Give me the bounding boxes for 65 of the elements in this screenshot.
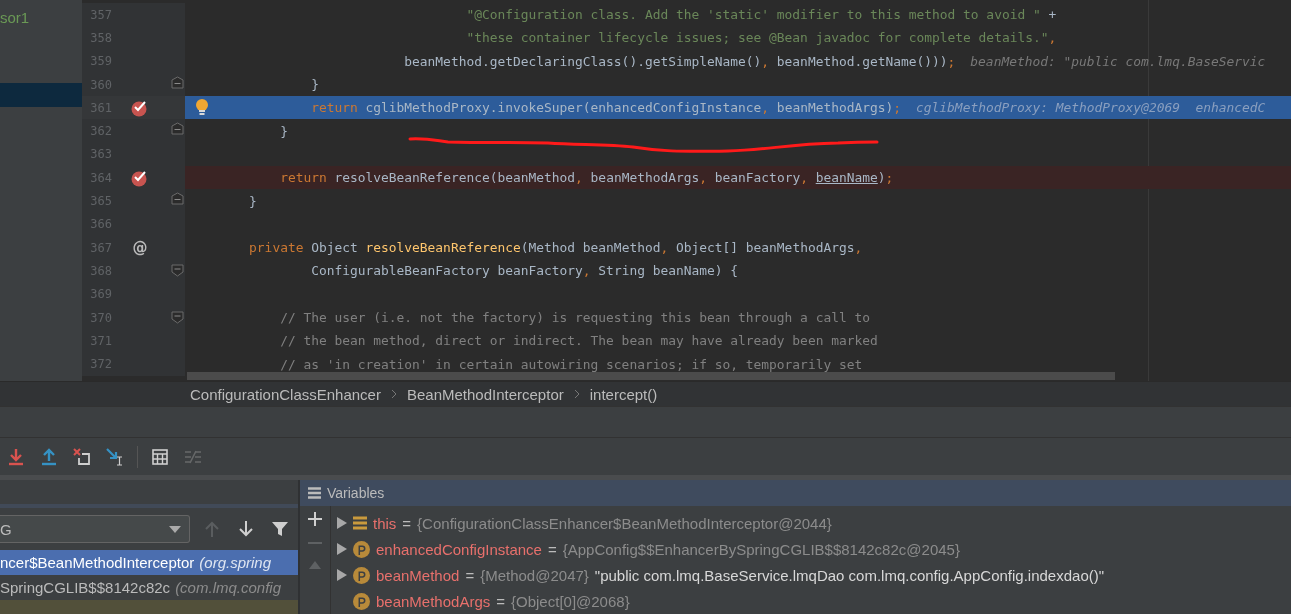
code-line: // as 'in creation' in certain autowiring scenarios; if so, temporarily set bbox=[280, 356, 863, 372]
code-line: return resolveBeanReference(beanMethod, beanMethodArgs, beanFactory, beanName); bbox=[280, 170, 894, 186]
code-line: return cglibMethodProxy.invokeSuper(enhancedConfigInstance, beanMethodArgs); bbox=[311, 100, 902, 116]
breadcrumb[interactable]: BeanMethodInterceptor bbox=[406, 385, 564, 403]
expand-arrow-icon[interactable] bbox=[337, 517, 347, 529]
chevron-icon bbox=[390, 389, 397, 400]
equals-sign: = bbox=[496, 592, 505, 610]
inline-value-hint: beanMethod: "public com.lmq.BaseServic bbox=[970, 53, 1266, 69]
variable-value: {Method@2047} bbox=[480, 566, 589, 584]
chevron-icon bbox=[573, 389, 580, 400]
drop-frame-button[interactable] bbox=[71, 445, 93, 468]
variable-text: "public com.lmq.BaseService.lmqDao com.lmq.config.AppConfig.indexdao()" bbox=[594, 566, 1105, 584]
up-arrow-icon bbox=[205, 521, 219, 537]
code-line: ConfigurableBeanFactory beanFactory, String beanName) { bbox=[311, 263, 739, 279]
stack-frame[interactable]: ncer$BeanMethodInterceptor (org.spring bbox=[0, 550, 298, 575]
filter-icon bbox=[272, 521, 288, 537]
code-line: "these container lifecycle issues; see @Bean javadoc for complete details.", bbox=[466, 30, 1057, 46]
code-line: "@Configuration class. Add the 'static' modifier to this method to avoid " + bbox=[466, 7, 1057, 23]
variable-value: {ConfigurationClassEnhancer$BeanMethodInterceptor@2044} bbox=[417, 514, 832, 532]
inline-value-hint: cglibMethodProxy: MethodProxy@2069 enhancedC bbox=[916, 100, 1266, 116]
equals-sign: = bbox=[465, 566, 475, 584]
stack-frame[interactable]: SpringCGLIB$$8142c82c (com.lmq.config bbox=[0, 575, 298, 600]
lightbulb-icon[interactable] bbox=[195, 99, 209, 117]
fold-icon[interactable] bbox=[171, 192, 184, 206]
panel-title: Variables bbox=[327, 485, 385, 501]
expand-arrow-icon[interactable] bbox=[337, 543, 347, 555]
parameter-icon bbox=[353, 540, 370, 558]
breadcrumb[interactable]: intercept() bbox=[589, 385, 658, 403]
variable-name: this bbox=[373, 514, 397, 532]
equals-sign: = bbox=[402, 514, 412, 532]
parameter-icon bbox=[353, 566, 370, 584]
code-line: // The user (i.e. not the factory) is requesting this bean through a call to bbox=[280, 310, 870, 325]
variable-value: {Object[0]@2068} bbox=[511, 592, 630, 610]
step-into-icon bbox=[8, 447, 24, 466]
code-line: private Object resolveBeanReference(Method beanMethod, Object[] beanMethodArgs, bbox=[249, 240, 863, 256]
code-line: } bbox=[311, 77, 319, 93]
run-to-cursor-icon bbox=[106, 447, 124, 466]
horizontal-scrollbar[interactable] bbox=[187, 372, 1115, 380]
step-out-icon bbox=[41, 447, 57, 466]
drop-frame-icon bbox=[73, 447, 91, 466]
thread-dropdown[interactable]: G bbox=[0, 515, 190, 543]
add-icon[interactable] bbox=[308, 512, 322, 526]
breadcrumb[interactable]: ConfigurationClassEnhancer bbox=[190, 385, 381, 403]
calculator-icon bbox=[152, 448, 168, 465]
caret-icon bbox=[169, 525, 181, 533]
expand-arrow-icon[interactable] bbox=[337, 569, 347, 581]
variable-name: beanMethodArgs bbox=[376, 592, 491, 610]
code-line: beanMethod.getDeclaringClass().getSimpleName(), beanMethod.getName())); bbox=[404, 53, 956, 69]
code-line: } bbox=[249, 193, 257, 209]
code-line: // the bean method, direct or indirect. The bean may have already been marked bbox=[280, 333, 878, 349]
parameter-icon bbox=[353, 592, 370, 610]
down-arrow-icon bbox=[239, 521, 253, 537]
trace-icon bbox=[184, 449, 202, 464]
fold-icon[interactable] bbox=[171, 264, 184, 278]
variable-name: beanMethod bbox=[376, 566, 460, 584]
stack-icon bbox=[353, 516, 367, 530]
override-marker[interactable]: @ bbox=[132, 238, 148, 257]
fold-icon[interactable] bbox=[171, 310, 184, 324]
equals-sign: = bbox=[547, 540, 557, 558]
fold-icon[interactable] bbox=[171, 75, 184, 89]
fold-icon[interactable] bbox=[171, 122, 184, 136]
code-line: } bbox=[280, 123, 288, 139]
variable-name: enhancedConfigInstance bbox=[376, 540, 542, 558]
menu-icon bbox=[308, 487, 321, 499]
variable-value: {AppConfig$$EnhancerBySpringCGLIB$$8142c82c@2045} bbox=[562, 540, 960, 558]
